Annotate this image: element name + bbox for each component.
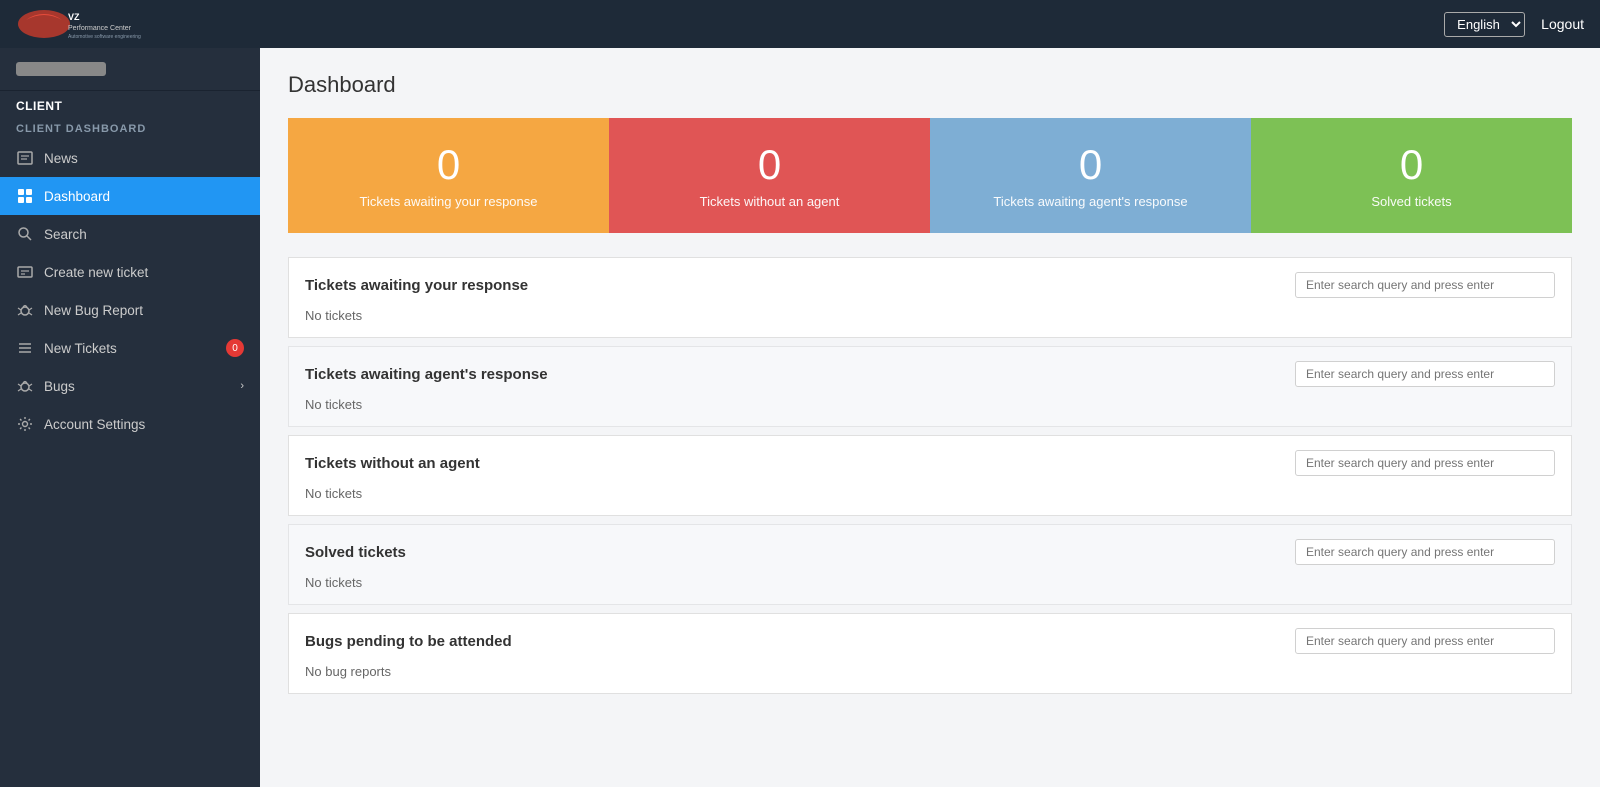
main-content: Dashboard 0 Tickets awaiting your respon… — [260, 48, 1600, 787]
section-title-without-agent: Tickets without an agent — [305, 455, 480, 472]
stat-label-without-agent: Tickets without an agent — [625, 194, 914, 209]
logo-icon: VZ Performance Center Automotive softwar… — [16, 6, 156, 42]
page-title: Dashboard — [288, 72, 1572, 98]
section-title-awaiting-agent-response: Tickets awaiting agent's response — [305, 366, 548, 383]
stat-cards: 0 Tickets awaiting your response 0 Ticke… — [288, 118, 1572, 233]
logout-button[interactable]: Logout — [1541, 16, 1584, 32]
search-input-bugs-pending[interactable] — [1295, 628, 1555, 654]
sidebar-item-account-settings-label: Account Settings — [44, 417, 145, 432]
sidebar-item-create-ticket[interactable]: Create new ticket — [0, 253, 260, 291]
section-header-awaiting-agent-response: Tickets awaiting agent's response — [289, 347, 1571, 393]
section-panel-solved-tickets: Solved tickets No tickets — [288, 524, 1572, 605]
section-body-awaiting-response: No tickets — [289, 304, 1571, 337]
search-input-without-agent[interactable] — [1295, 450, 1555, 476]
sidebar-item-news-label: News — [44, 151, 78, 166]
sidebar-item-dashboard-label: Dashboard — [44, 189, 110, 204]
section-body-without-agent: No tickets — [289, 482, 1571, 515]
bug-icon — [16, 301, 34, 319]
stat-card-awaiting-agent-response[interactable]: 0 Tickets awaiting agent's response — [930, 118, 1251, 233]
list-icon — [16, 339, 34, 357]
section-panel-awaiting-agent-response: Tickets awaiting agent's response No tic… — [288, 346, 1572, 427]
stat-count-solved: 0 — [1267, 142, 1556, 188]
stat-card-solved[interactable]: 0 Solved tickets — [1251, 118, 1572, 233]
main-layout: CLIENT CLIENT DASHBOARD News Dashboard S… — [0, 48, 1600, 787]
language-select[interactable]: English — [1444, 12, 1525, 37]
sidebar-section-label: CLIENT DASHBOARD — [0, 115, 260, 139]
section-panel-awaiting-response: Tickets awaiting your response No ticket… — [288, 257, 1572, 338]
sidebar-item-bugs[interactable]: Bugs › — [0, 367, 260, 405]
sidebar-item-bugs-label: Bugs — [44, 379, 75, 394]
sidebar-client-label: CLIENT — [0, 91, 260, 115]
logo-area: VZ Performance Center Automotive softwar… — [16, 6, 156, 42]
user-avatar-placeholder — [16, 62, 106, 76]
new-tickets-badge: 0 — [226, 339, 244, 357]
sections-container: Tickets awaiting your response No ticket… — [288, 257, 1572, 694]
stat-label-solved: Solved tickets — [1267, 194, 1556, 209]
search-input-solved-tickets[interactable] — [1295, 539, 1555, 565]
sidebar-item-new-bug-report[interactable]: New Bug Report — [0, 291, 260, 329]
svg-text:Automotive software engineerin: Automotive software engineering — [68, 34, 141, 40]
section-header-solved-tickets: Solved tickets — [289, 525, 1571, 571]
bugs-chevron-icon: › — [240, 380, 244, 392]
section-title-awaiting-response: Tickets awaiting your response — [305, 277, 528, 294]
svg-text:Performance Center: Performance Center — [68, 25, 132, 32]
sidebar: CLIENT CLIENT DASHBOARD News Dashboard S… — [0, 48, 260, 787]
sidebar-item-dashboard[interactable]: Dashboard — [0, 177, 260, 215]
section-panel-without-agent: Tickets without an agent No tickets — [288, 435, 1572, 516]
section-body-bugs-pending: No bug reports — [289, 660, 1571, 693]
search-input-awaiting-agent-response[interactable] — [1295, 361, 1555, 387]
ticket-icon — [16, 263, 34, 281]
stat-count-awaiting-response: 0 — [304, 142, 593, 188]
section-title-solved-tickets: Solved tickets — [305, 544, 406, 561]
gear-icon — [16, 415, 34, 433]
stat-label-awaiting-agent-response: Tickets awaiting agent's response — [946, 194, 1235, 209]
sidebar-item-search-label: Search — [44, 227, 87, 242]
bug2-icon — [16, 377, 34, 395]
section-body-awaiting-agent-response: No tickets — [289, 393, 1571, 426]
stat-card-without-agent[interactable]: 0 Tickets without an agent — [609, 118, 930, 233]
topnav-right: English Logout — [1444, 12, 1584, 37]
stat-card-awaiting-response[interactable]: 0 Tickets awaiting your response — [288, 118, 609, 233]
content-inner: Dashboard 0 Tickets awaiting your respon… — [260, 48, 1600, 726]
stat-count-awaiting-agent-response: 0 — [946, 142, 1235, 188]
sidebar-item-search[interactable]: Search — [0, 215, 260, 253]
section-title-bugs-pending: Bugs pending to be attended — [305, 633, 512, 650]
svg-text:VZ: VZ — [68, 12, 80, 22]
section-header-without-agent: Tickets without an agent — [289, 436, 1571, 482]
sidebar-user-area — [0, 48, 260, 91]
stat-count-without-agent: 0 — [625, 142, 914, 188]
stat-label-awaiting-response: Tickets awaiting your response — [304, 194, 593, 209]
search-input-awaiting-response[interactable] — [1295, 272, 1555, 298]
search-icon — [16, 225, 34, 243]
topnav: VZ Performance Center Automotive softwar… — [0, 0, 1600, 48]
sidebar-item-new-bug-report-label: New Bug Report — [44, 303, 143, 318]
section-header-awaiting-response: Tickets awaiting your response — [289, 258, 1571, 304]
dashboard-icon — [16, 187, 34, 205]
sidebar-item-account-settings[interactable]: Account Settings — [0, 405, 260, 443]
section-header-bugs-pending: Bugs pending to be attended — [289, 614, 1571, 660]
section-body-solved-tickets: No tickets — [289, 571, 1571, 604]
sidebar-item-new-tickets-label: New Tickets — [44, 341, 117, 356]
news-icon — [16, 149, 34, 167]
sidebar-item-create-ticket-label: Create new ticket — [44, 265, 148, 280]
sidebar-item-news[interactable]: News — [0, 139, 260, 177]
section-panel-bugs-pending: Bugs pending to be attended No bug repor… — [288, 613, 1572, 694]
sidebar-item-new-tickets[interactable]: New Tickets 0 — [0, 329, 260, 367]
